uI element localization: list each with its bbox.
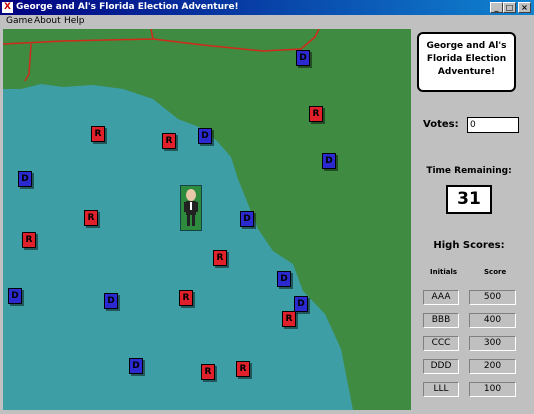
democrat-ballot[interactable]: D [240, 211, 254, 227]
time-remaining-label: Time Remaining: [426, 166, 512, 176]
game-map[interactable]: D R R D R D D R D R R D D D R D R D R R [3, 29, 411, 410]
candidate-figure-icon [184, 189, 198, 226]
score-value: 500 [469, 290, 516, 305]
score-initials: DDD [423, 359, 459, 374]
score-value: 400 [469, 313, 516, 328]
democrat-ballot[interactable]: D [322, 153, 336, 169]
democrat-ballot[interactable]: D [198, 128, 212, 144]
republican-ballot[interactable]: R [22, 232, 36, 248]
logo-line: Adventure! [437, 67, 496, 77]
initials-column-header: Initials [430, 268, 458, 276]
high-scores-title: High Scores: [433, 240, 505, 251]
democrat-ballot[interactable]: D [129, 358, 143, 374]
logo-line: Florida Election [426, 54, 507, 64]
menu-game[interactable]: Game [6, 16, 33, 26]
republican-ballot[interactable]: R [162, 133, 176, 149]
republican-ballot[interactable]: R [84, 210, 98, 226]
score-value: 100 [469, 382, 516, 397]
score-column-header: Score [484, 268, 507, 276]
time-remaining-value: 31 [446, 185, 492, 214]
app-icon: X [2, 2, 13, 13]
democrat-ballot[interactable]: D [8, 288, 22, 304]
score-initials: BBB [423, 313, 459, 328]
score-initials: AAA [423, 290, 459, 305]
democrat-ballot[interactable]: D [294, 296, 308, 312]
score-value: 300 [469, 336, 516, 351]
republican-ballot[interactable]: R [179, 290, 193, 306]
score-value: 200 [469, 359, 516, 374]
democrat-ballot[interactable]: D [18, 171, 32, 187]
score-initials: CCC [423, 336, 459, 351]
democrat-ballot[interactable]: D [104, 293, 118, 309]
maximize-button[interactable]: □ [503, 2, 516, 13]
close-button[interactable]: × [518, 2, 531, 13]
republican-ballot[interactable]: R [236, 361, 250, 377]
republican-ballot[interactable]: R [201, 364, 215, 380]
republican-ballot[interactable]: R [282, 311, 296, 327]
menu-help[interactable]: Help [64, 16, 85, 26]
side-panel: George and Al's Florida Election Adventu… [411, 29, 534, 410]
florida-map [3, 29, 411, 410]
land-mass [3, 29, 411, 410]
menu-about[interactable]: About [34, 16, 61, 26]
window-title: George and Al's Florida Election Adventu… [16, 2, 239, 12]
game-logo: George and Al's Florida Election Adventu… [417, 32, 516, 92]
republican-ballot[interactable]: R [213, 250, 227, 266]
menu-bar: Game About Help [0, 15, 534, 28]
republican-ballot[interactable]: R [91, 126, 105, 142]
logo-line: George and Al's [426, 41, 507, 51]
player-candidate[interactable] [180, 185, 202, 231]
democrat-ballot[interactable]: D [277, 271, 291, 287]
republican-ballot[interactable]: R [309, 106, 323, 122]
democrat-ballot[interactable]: D [296, 50, 310, 66]
minimize-button[interactable]: _ [490, 2, 503, 13]
score-initials: LLL [423, 382, 459, 397]
title-bar: X George and Al's Florida Election Adven… [0, 0, 534, 15]
votes-label: Votes: [423, 119, 459, 130]
votes-field[interactable]: 0 [467, 117, 519, 133]
